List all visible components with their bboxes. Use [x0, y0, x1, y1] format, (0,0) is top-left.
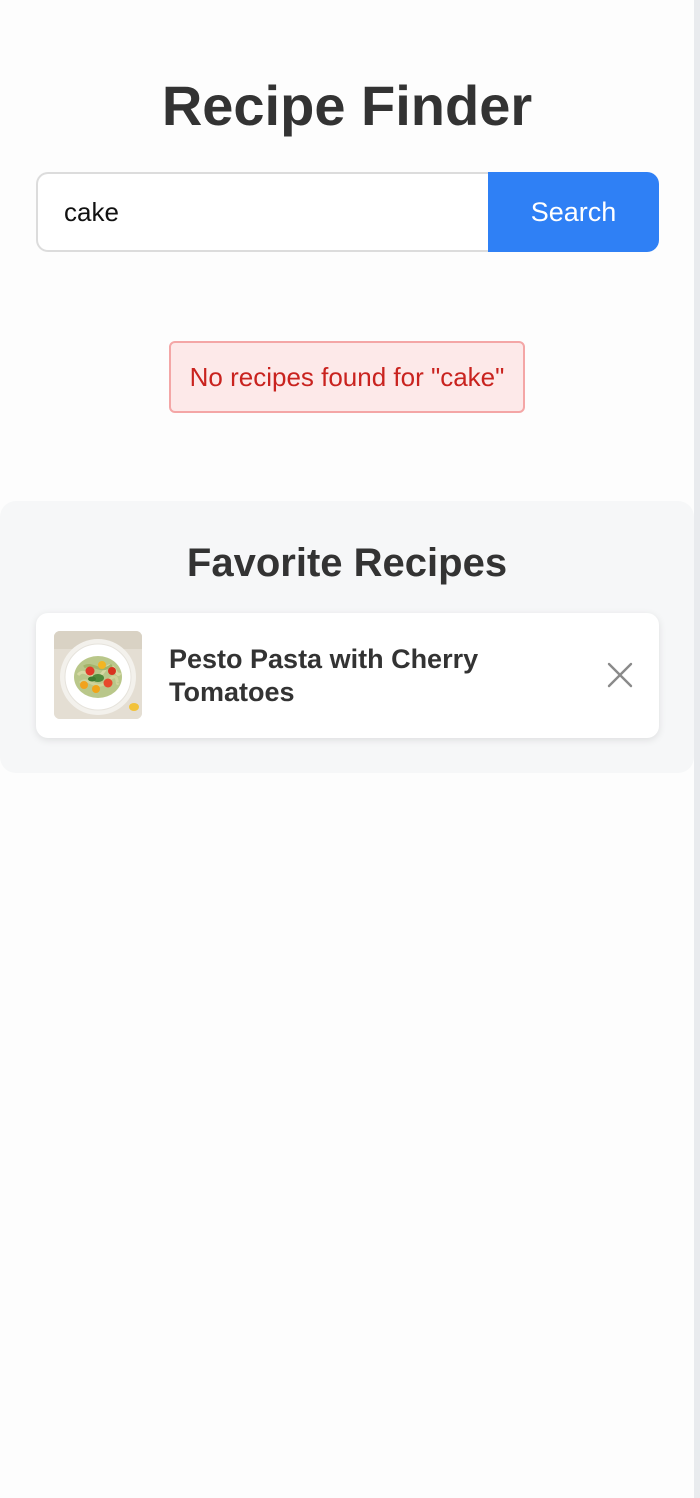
search-input[interactable]	[36, 172, 488, 252]
favorite-recipe-card[interactable]: Pesto Pasta with Cherry Tomatoes	[36, 613, 659, 738]
favorite-recipe-name[interactable]: Pesto Pasta with Cherry Tomatoes	[169, 643, 539, 709]
recipe-thumbnail	[54, 631, 142, 719]
search-button[interactable]: Search	[488, 172, 659, 252]
no-results-message: No recipes found for "cake"	[169, 341, 525, 413]
pesto-pasta-photo	[54, 631, 142, 719]
scrollbar[interactable]	[694, 0, 700, 1498]
favorites-title: Favorite Recipes	[186, 541, 508, 585]
no-results-text: No recipes found for "cake"	[189, 361, 505, 392]
favorites-section: Favorite Recipes Pesto Pasta with Cherry…	[0, 501, 694, 773]
search-bar: Search	[36, 172, 659, 252]
remove-favorite-button[interactable]	[604, 659, 636, 691]
close-icon	[607, 662, 633, 688]
page-title: Recipe Finder	[161, 74, 533, 137]
recipe-finder-page: Recipe Finder Search No recipes found fo…	[0, 0, 700, 1498]
